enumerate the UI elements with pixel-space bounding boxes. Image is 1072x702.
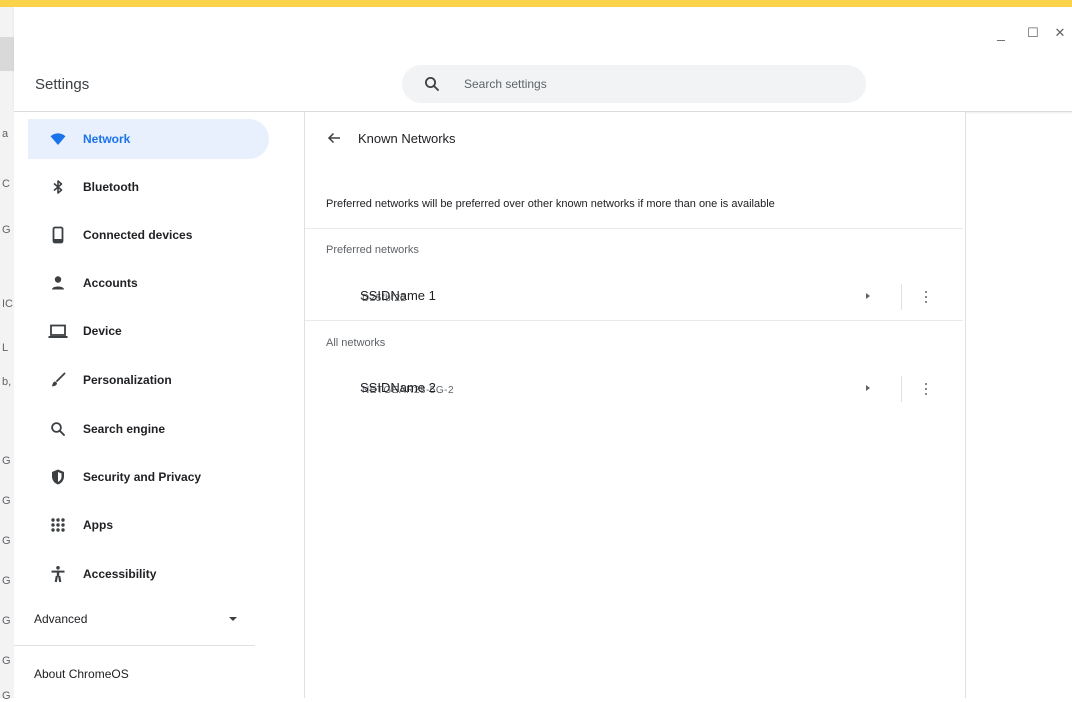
advanced-section-toggle[interactable]: Advanced bbox=[14, 603, 255, 635]
sidebar-item-accessibility[interactable]: Accessibility bbox=[28, 554, 269, 594]
wifi-icon bbox=[48, 129, 68, 149]
page-title: Known Networks bbox=[358, 131, 456, 146]
sidebar-item-personalization[interactable]: Personalization bbox=[28, 360, 269, 400]
sidebar-item-search-engine[interactable]: Search engine bbox=[28, 409, 269, 449]
brush-icon bbox=[48, 370, 68, 390]
top-accent-bar bbox=[0, 0, 1072, 7]
sidebar-item-label: Device bbox=[83, 324, 122, 338]
background-text-fragment: IC bbox=[2, 298, 13, 310]
background-text-fragment: G bbox=[2, 535, 11, 547]
known-networks-description: Preferred networks will be preferred ove… bbox=[326, 198, 775, 210]
app-title: Settings bbox=[35, 76, 90, 93]
background-text-fragment: a bbox=[2, 128, 9, 140]
sidebar-item-network[interactable]: Network bbox=[28, 119, 269, 159]
sidebar-item-label: Network bbox=[83, 132, 131, 146]
background-text-fragment: G bbox=[2, 615, 11, 627]
background-text-fragment: G bbox=[2, 495, 11, 507]
person-icon bbox=[48, 273, 68, 293]
advanced-label: Advanced bbox=[34, 612, 88, 626]
sidebar-item-label: Accounts bbox=[83, 276, 138, 290]
network-row[interactable]: NETGEAR28-5G-2 SSIDName 2 bbox=[305, 366, 963, 412]
sidebar-item-about-chromeos[interactable]: About ChromeOS bbox=[34, 667, 129, 681]
network-name: SSIDName 1 bbox=[360, 288, 436, 303]
section-divider bbox=[305, 320, 963, 321]
sidebar-divider bbox=[14, 645, 255, 646]
section-divider bbox=[305, 228, 963, 229]
network-row[interactable]: D25fbf22 SSIDName 1 bbox=[305, 274, 963, 320]
search-icon bbox=[423, 75, 441, 93]
phone-icon bbox=[48, 225, 68, 245]
sidebar-item-bluetooth[interactable]: Bluetooth bbox=[28, 167, 269, 207]
row-separator bbox=[901, 376, 902, 402]
search-icon bbox=[48, 419, 68, 439]
back-arrow-icon[interactable] bbox=[326, 130, 342, 146]
laptop-icon bbox=[48, 321, 68, 341]
row-separator bbox=[901, 284, 902, 310]
subpage-arrow-icon[interactable] bbox=[866, 293, 870, 299]
all-networks-label: All networks bbox=[326, 337, 386, 349]
sidebar-item-accounts[interactable]: Accounts bbox=[28, 263, 269, 303]
sidebar-item-label: Security and Privacy bbox=[83, 470, 202, 484]
search-input[interactable] bbox=[464, 74, 844, 94]
minimize-button[interactable]: _ bbox=[993, 26, 1009, 40]
background-text-fragment: G bbox=[2, 690, 11, 702]
sidebar-item-label: Apps bbox=[83, 518, 113, 532]
sidebar-item-connected-devices[interactable]: Connected devices bbox=[28, 215, 269, 255]
accessibility-icon bbox=[48, 564, 68, 584]
search-bar[interactable] bbox=[402, 65, 866, 103]
background-window-strip: a C G IC L b, G G G G G G G bbox=[0, 7, 15, 702]
sidebar-item-label: Bluetooth bbox=[83, 180, 139, 194]
preferred-networks-label: Preferred networks bbox=[326, 244, 419, 256]
subpage-arrow-icon[interactable] bbox=[866, 385, 870, 391]
background-text-fragment: G bbox=[2, 224, 11, 236]
sidebar-item-apps[interactable]: Apps bbox=[28, 505, 269, 545]
sidebar-item-label: Personalization bbox=[83, 373, 172, 387]
bluetooth-icon bbox=[48, 177, 68, 197]
shield-icon bbox=[48, 467, 68, 487]
background-text-fragment: L bbox=[2, 342, 9, 354]
sidebar-item-label: Accessibility bbox=[83, 567, 157, 581]
apps-grid-icon bbox=[48, 515, 68, 535]
caret-down-icon bbox=[229, 617, 237, 621]
sidebar-item-device[interactable]: Device bbox=[28, 311, 269, 351]
background-text-fragment: G bbox=[2, 455, 11, 467]
maximize-button[interactable]: ☐ bbox=[1025, 26, 1041, 40]
background-text-fragment: G bbox=[2, 655, 11, 667]
background-text-fragment: G bbox=[2, 575, 11, 587]
more-options-icon[interactable] bbox=[918, 380, 934, 398]
more-options-icon[interactable] bbox=[918, 288, 934, 306]
background-window-gray-block bbox=[0, 37, 14, 71]
sidebar-item-security-and-privacy[interactable]: Security and Privacy bbox=[28, 457, 269, 497]
background-text-fragment: b, bbox=[2, 376, 12, 388]
sidebar-item-label: Search engine bbox=[83, 422, 166, 436]
network-name: SSIDName 2 bbox=[360, 380, 436, 395]
close-button[interactable]: ✕ bbox=[1052, 26, 1068, 40]
sidebar-item-label: Connected devices bbox=[83, 228, 193, 242]
background-text-fragment: C bbox=[2, 178, 10, 190]
